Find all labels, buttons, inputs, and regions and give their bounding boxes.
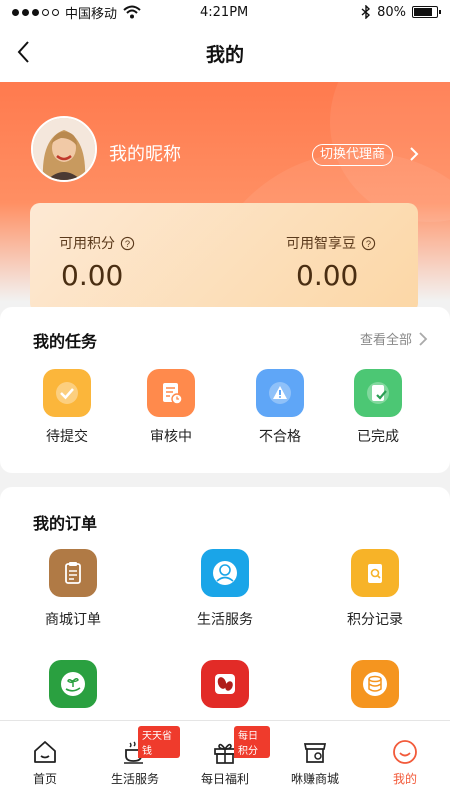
back-arrow-icon[interactable] (10, 37, 40, 67)
order-item-5[interactable] (170, 660, 280, 708)
beans-label: 可用智享豆 ? (286, 233, 376, 253)
svg-text:?: ? (125, 238, 130, 248)
person-service-icon (201, 549, 249, 597)
tab-life-service[interactable]: 天天省钱 生活服务 (90, 721, 180, 800)
nav-bar: 我的 (0, 24, 450, 82)
order-life-service[interactable]: 生活服务 (170, 549, 280, 629)
points-card: 可用积分 ? 0.00 可用智享豆 ? 0.00 (30, 203, 418, 313)
task-pending-submit[interactable]: 待提交 (27, 369, 107, 446)
order-mall[interactable]: 商城订单 (18, 549, 128, 629)
switch-agent-button[interactable]: 切换代理商 (312, 144, 394, 166)
tasks-title: 我的任务 (33, 332, 98, 351)
order-points-record[interactable]: 积分记录 (320, 549, 430, 629)
task-under-review[interactable]: 审核中 (131, 369, 211, 446)
tab-home[interactable]: 首页 (0, 721, 90, 800)
tab-badge: 天天省钱 (138, 726, 180, 758)
wifi-icon (123, 5, 141, 19)
nickname[interactable]: 我的昵称 (109, 140, 181, 166)
completed-doc-icon (354, 369, 402, 417)
help-icon[interactable]: ? (361, 236, 376, 251)
status-bar: 中国移动 4:21PM 80% (0, 0, 450, 24)
battery-icon (412, 6, 441, 18)
tab-badge: 每日积分 (234, 726, 270, 758)
coin-stack-icon (351, 660, 399, 708)
view-all-tasks-link[interactable]: 查看全部 (360, 329, 428, 348)
task-completed[interactable]: 已完成 (338, 369, 418, 446)
bluetooth-icon (361, 5, 371, 19)
order-item-4[interactable] (18, 660, 128, 708)
chevron-right-icon (419, 331, 428, 346)
battery-percent: 80% (377, 4, 406, 20)
available-points-value: 0.00 (61, 259, 124, 292)
tab-mine[interactable]: 我的 (360, 721, 450, 800)
store-icon (303, 743, 327, 763)
tab-store[interactable]: 咻赚商城 (270, 721, 360, 800)
order-item-6[interactable] (320, 660, 430, 708)
tab-bar: 首页 天天省钱 生活服务 每日积分 每日福利 咻赚商城 我的 (0, 720, 450, 800)
tab-daily-welfare[interactable]: 每日积分 每日福利 (180, 721, 270, 800)
signal-icon (12, 8, 59, 16)
document-clock-icon (147, 369, 195, 417)
warning-icon (256, 369, 304, 417)
task-unqualified[interactable]: 不合格 (240, 369, 320, 446)
orders-section: 我的订单 商城订单 生活服务 积分记录 (0, 487, 450, 747)
plant-hand-icon (49, 660, 97, 708)
tasks-section: 我的任务 查看全部 待提交 审核中 不合格 已完成 (0, 307, 450, 473)
search-record-icon (351, 549, 399, 597)
home-icon (34, 741, 56, 763)
orders-title: 我的订单 (33, 514, 98, 533)
smile-icon (393, 740, 417, 764)
beans-value: 0.00 (296, 259, 359, 292)
avatar[interactable] (31, 116, 97, 182)
page-title: 我的 (205, 43, 244, 66)
carrier-label: 中国移动 (65, 6, 118, 22)
help-icon[interactable]: ? (120, 236, 135, 251)
clipboard-icon (49, 549, 97, 597)
svg-text:?: ? (366, 238, 371, 248)
beans-icon (201, 660, 249, 708)
check-icon (43, 369, 91, 417)
available-points-label: 可用积分 ? (59, 233, 135, 253)
clock: 4:21PM (200, 4, 249, 20)
chevron-right-icon[interactable] (407, 145, 421, 163)
